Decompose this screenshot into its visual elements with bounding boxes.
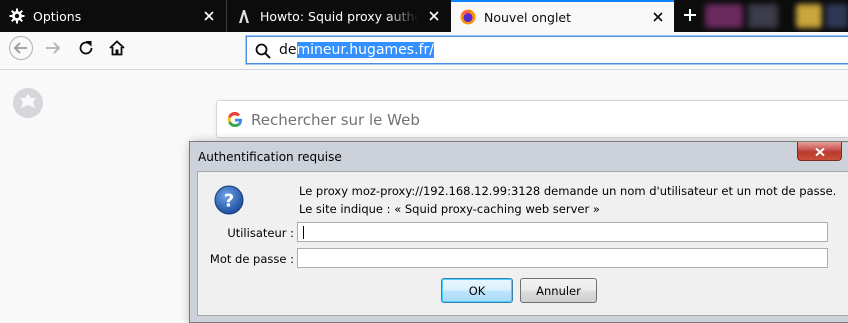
tab-label: Options xyxy=(33,8,82,24)
tab-label: Howto: Squid proxy authentication xyxy=(260,8,418,24)
web-search-box[interactable]: Rechercher sur le Web xyxy=(216,100,848,138)
close-icon xyxy=(814,142,826,161)
dialog-titlebar[interactable]: Authentification requise xyxy=(190,142,848,170)
forward-button[interactable] xyxy=(38,35,68,65)
site-favicon-icon xyxy=(236,8,252,24)
plus-icon xyxy=(683,7,697,26)
tab-new-tab[interactable]: Nouvel onglet xyxy=(451,0,674,32)
redacted-region xyxy=(796,4,822,28)
redacted-region xyxy=(826,4,848,28)
tab-strip: Options Howto: Squid proxy authenticatio… xyxy=(0,0,848,32)
gear-icon xyxy=(9,8,25,24)
svg-text:?: ? xyxy=(224,191,234,212)
back-button[interactable] xyxy=(6,35,36,65)
dialog-message: Le proxy moz-proxy://192.168.12.99:3128 … xyxy=(299,184,837,216)
home-icon xyxy=(108,39,126,61)
address-text-unselected: de xyxy=(279,42,297,58)
search-icon xyxy=(254,42,272,60)
cancel-button[interactable]: Annuler xyxy=(520,278,597,303)
password-field[interactable] xyxy=(297,248,828,268)
dialog-title: Authentification requise xyxy=(198,150,342,164)
redacted-region xyxy=(748,4,778,28)
firefox-icon xyxy=(460,9,476,25)
ok-button[interactable]: OK xyxy=(441,278,513,303)
close-tab-icon[interactable] xyxy=(648,7,668,27)
navigation-bar: demineur.hugames.fr/ xyxy=(0,32,848,70)
arrow-right-icon xyxy=(44,39,62,61)
dialog-close-button[interactable] xyxy=(797,142,842,161)
text-caret xyxy=(303,226,304,239)
address-bar[interactable]: demineur.hugames.fr/ xyxy=(246,36,848,64)
tab-squid-howto[interactable]: Howto: Squid proxy authentication xyxy=(226,0,450,32)
password-label: Mot de passe : xyxy=(209,252,294,266)
question-icon: ? xyxy=(213,184,245,216)
tab-options[interactable]: Options xyxy=(0,0,225,32)
home-button[interactable] xyxy=(102,35,132,65)
web-search-placeholder: Rechercher sur le Web xyxy=(251,111,420,129)
dialog-body: ? Le proxy moz-proxy://192.168.12.99:312… xyxy=(197,171,848,316)
close-tab-icon[interactable] xyxy=(199,6,219,26)
reload-icon xyxy=(77,39,95,61)
username-field[interactable] xyxy=(297,222,828,242)
address-text[interactable]: demineur.hugames.fr/ xyxy=(279,42,434,59)
username-label: Utilisateur : xyxy=(227,226,294,240)
pocket-icon[interactable] xyxy=(12,87,44,119)
reload-button[interactable] xyxy=(71,35,101,65)
authentication-dialog: Authentification requise ? Le proxy moz-… xyxy=(189,141,848,323)
arrow-left-icon xyxy=(8,35,34,65)
new-tab-button[interactable] xyxy=(675,0,705,32)
close-tab-icon[interactable] xyxy=(424,6,444,26)
redacted-region xyxy=(705,4,743,28)
google-icon xyxy=(227,111,243,128)
tab-label: Nouvel onglet xyxy=(484,9,572,25)
address-text-selected: mineur.hugames.fr/ xyxy=(296,42,434,58)
